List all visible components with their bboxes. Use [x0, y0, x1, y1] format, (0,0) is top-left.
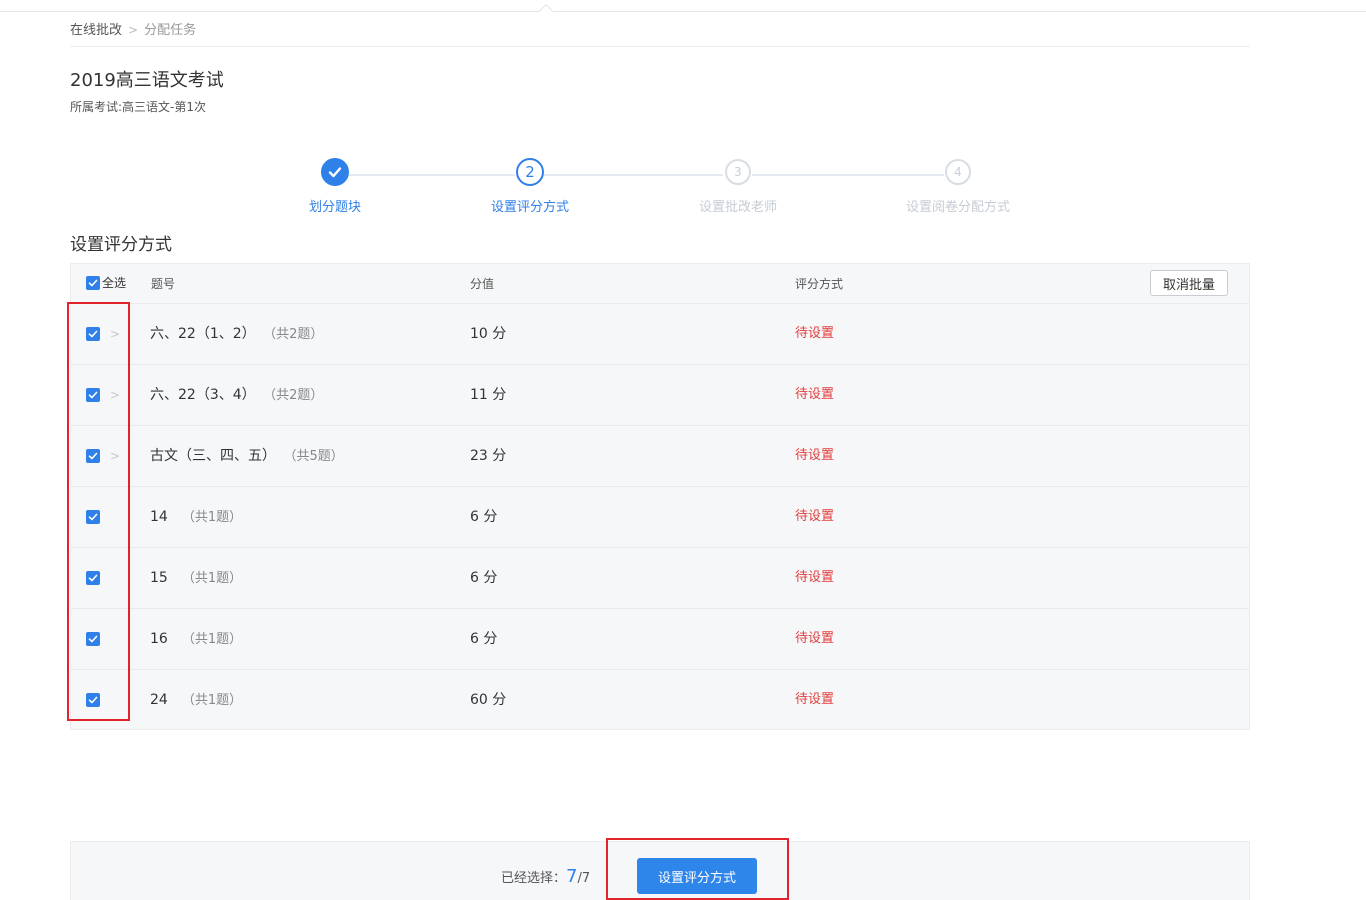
status-pending: 待设置: [795, 448, 835, 463]
question-name: 古文（三、四、五） （共5题）: [150, 446, 344, 467]
question-name: 六、22（1、2） （共2题）: [150, 324, 323, 345]
status-pending: 待设置: [795, 631, 835, 646]
button-highlight: [606, 838, 789, 900]
question-name: 14 （共1题）: [150, 507, 242, 528]
select-all-checkbox[interactable]: [86, 276, 100, 290]
table-row: > 六、22（3、4） （共2题） 11 分待设置: [71, 365, 1249, 426]
table-body: > 六、22（1、2） （共2题） 10 分待设置 > 六、22（3、4） （共2题） 11 …: [71, 304, 1249, 729]
score-value: 10 分: [470, 326, 507, 342]
question-label: 古文（三、四、五）: [150, 448, 276, 464]
question-name: 六、22（3、4） （共2题）: [150, 385, 323, 406]
chevron-right-icon: >: [128, 23, 139, 37]
status-pending: 待设置: [795, 570, 835, 585]
column-header-question: 题号: [151, 277, 176, 291]
step-label: 设置评分方式: [490, 200, 569, 215]
breadcrumb: 在线批改 > 分配任务: [70, 20, 196, 41]
top-notch: [538, 3, 554, 19]
question-count: （共1题）: [181, 571, 243, 586]
step-label: 划分题块: [308, 200, 361, 215]
question-name: 24 （共1题）: [150, 690, 242, 711]
step-2[interactable]: 2 设置评分方式: [460, 158, 600, 215]
score-value: 6 分: [470, 631, 498, 647]
question-table: 全选 题号 分值 评分方式 取消批量 > 六、22（1、2） （共2题） 10 分待设…: [70, 263, 1250, 730]
column-header-method: 评分方式: [795, 277, 844, 291]
question-label: 24: [150, 692, 168, 708]
question-label: 15: [150, 570, 168, 586]
question-name: 16 （共1题）: [150, 629, 242, 650]
breadcrumb-item-assign-task: 分配任务: [144, 23, 197, 38]
question-label: 16: [150, 631, 168, 647]
score-value: 6 分: [470, 509, 498, 525]
page-title: 2019高三语文考试: [70, 70, 224, 91]
select-all-label[interactable]: 全选: [102, 274, 126, 292]
top-divider: [0, 11, 1366, 12]
selection-summary: 已经选择：7/7: [501, 866, 590, 890]
table-row: 24 （共1题） 60 分 待设置: [71, 670, 1249, 729]
step-number: 2: [516, 158, 544, 186]
step-number: 4: [945, 159, 971, 185]
selected-count: 7: [566, 866, 578, 887]
question-count: （共1题）: [181, 693, 243, 708]
table-header: 全选 题号 分值 评分方式 取消批量: [71, 264, 1249, 304]
selected-label: 已经选择：: [501, 871, 567, 886]
table-row: > 古文（三、四、五） （共5题） 23 分待设置: [71, 426, 1249, 487]
breadcrumb-divider: [70, 46, 1250, 47]
stepper: 划分题块 2 设置评分方式 3 设置批改老师 4 设置阅卷分配方式: [0, 158, 1366, 218]
table-row: 14 （共1题） 6 分 待设置: [71, 487, 1249, 548]
question-label: 六、22（3、4）: [150, 387, 256, 403]
page-subtitle: 所属考试:高三语文-第1次: [70, 100, 207, 114]
step-label: 设置批改老师: [698, 200, 777, 215]
section-title: 设置评分方式: [70, 235, 172, 255]
breadcrumb-item-online-grading[interactable]: 在线批改: [70, 23, 122, 38]
question-label: 14: [150, 509, 168, 525]
status-pending: 待设置: [795, 387, 835, 402]
question-count: （共2题）: [269, 327, 324, 342]
step-4: 4 设置阅卷分配方式: [888, 158, 1028, 215]
score-value: 6 分: [470, 570, 498, 586]
score-value: 23 分: [470, 448, 507, 464]
status-pending: 待设置: [795, 326, 835, 341]
table-row: > 六、22（1、2） （共2题） 10 分待设置: [71, 304, 1249, 365]
table-row: 16 （共1题） 6 分 待设置: [71, 609, 1249, 670]
score-value: 60 分: [470, 692, 507, 708]
status-pending: 待设置: [795, 692, 835, 707]
question-name: 15 （共1题）: [150, 568, 242, 589]
selected-total: /7: [577, 871, 591, 886]
score-value: 11 分: [470, 387, 507, 403]
question-count: （共1题）: [181, 632, 243, 647]
question-count: （共1题）: [181, 510, 243, 525]
check-icon: [321, 158, 349, 186]
status-pending: 待设置: [795, 509, 835, 524]
step-label: 设置阅卷分配方式: [905, 200, 1010, 215]
step-1[interactable]: 划分题块: [265, 158, 405, 215]
column-header-score: 分值: [470, 277, 495, 291]
step-number: 3: [725, 159, 751, 185]
checkbox-column-highlight: [67, 302, 130, 721]
cancel-batch-button[interactable]: 取消批量: [1150, 270, 1228, 296]
table-row: 15 （共1题） 6 分 待设置: [71, 548, 1249, 609]
step-3: 3 设置批改老师: [668, 158, 808, 215]
question-count: （共2题）: [269, 388, 324, 403]
question-count: （共5题）: [290, 449, 344, 464]
question-label: 六、22（1、2）: [150, 326, 256, 342]
